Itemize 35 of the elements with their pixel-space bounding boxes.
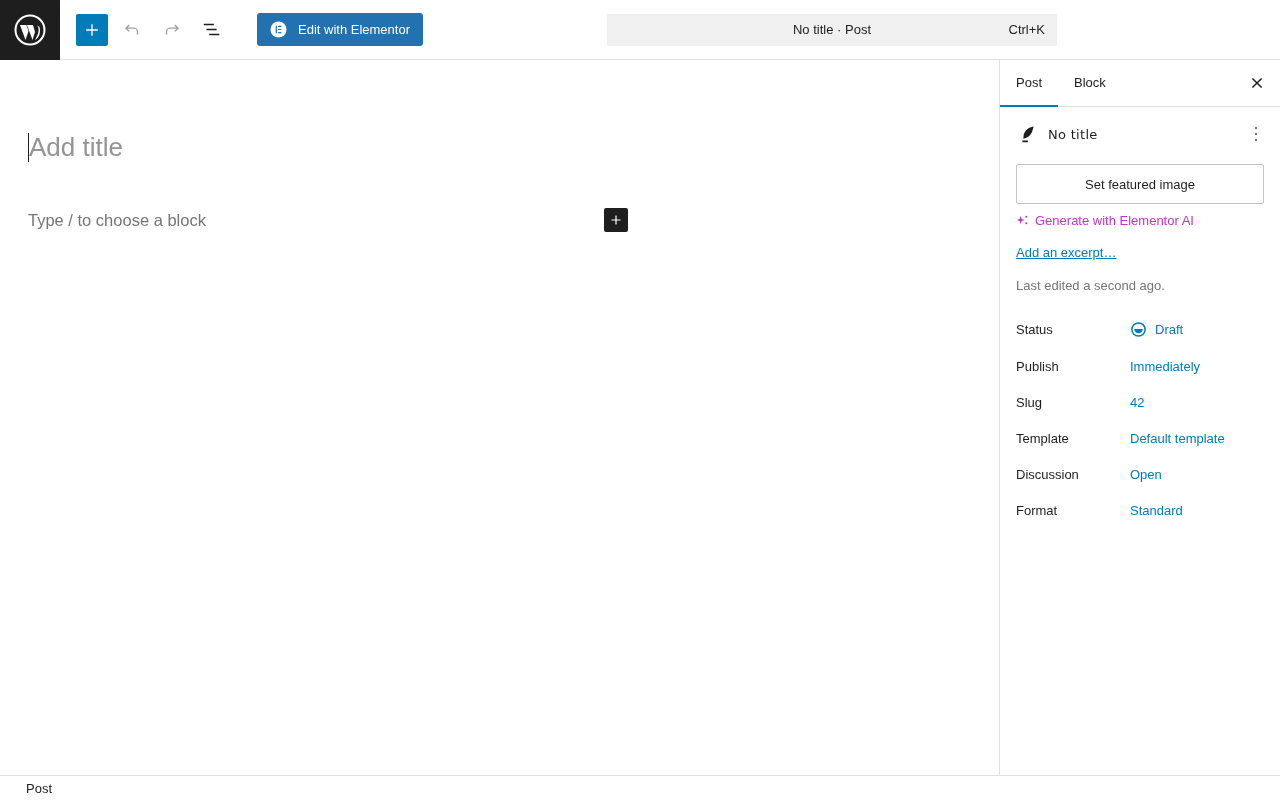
block-placeholder[interactable]: Type / to choose a block xyxy=(28,210,206,230)
command-bar[interactable]: No title · Post Ctrl+K xyxy=(607,13,1057,46)
field-value-link[interactable]: Open xyxy=(1130,466,1162,482)
more-options-icon[interactable] xyxy=(1254,125,1258,143)
field-value-link[interactable]: Immediately xyxy=(1130,358,1201,374)
sparkle-icon xyxy=(1016,214,1029,227)
shortcut-hint: Ctrl+K xyxy=(1008,22,1045,37)
field-label: Status xyxy=(1016,321,1054,337)
half-circle-icon xyxy=(1130,320,1147,338)
field-label: Format xyxy=(1016,502,1059,518)
field-value-link[interactable]: Standard xyxy=(1130,502,1183,518)
sidebar-tab[interactable]: Block xyxy=(1058,60,1122,107)
breadcrumb-item[interactable]: Post xyxy=(26,780,52,796)
field-value-link[interactable]: Default template xyxy=(1130,430,1225,446)
sidebar-tab[interactable]: Post xyxy=(1000,60,1058,107)
document-title: No title · Post xyxy=(793,22,871,37)
field-label: Publish xyxy=(1016,358,1060,374)
wordpress-icon xyxy=(14,13,46,46)
field-label: Template xyxy=(1016,430,1070,446)
field-value-link[interactable]: 42 xyxy=(1130,394,1145,410)
text-cursor xyxy=(28,132,29,162)
elementor-icon xyxy=(270,21,287,38)
set-featured-image-button[interactable]: Set featured image xyxy=(1016,164,1264,204)
add-excerpt-link[interactable]: Add an excerpt… xyxy=(1016,245,1117,260)
title-field[interactable]: Add title xyxy=(29,131,123,163)
generate-ai-link[interactable]: Generate with Elementor AI xyxy=(1016,213,1194,228)
post-title: No title xyxy=(1048,126,1098,142)
add-block-button[interactable] xyxy=(604,208,628,232)
field-value-link[interactable]: Draft xyxy=(1130,320,1184,338)
add-block-button[interactable] xyxy=(76,13,108,46)
edit-with-elementor-button[interactable]: Edit with Elementor xyxy=(257,13,423,46)
wordpress-logo[interactable] xyxy=(0,0,60,60)
last-edited-text: Last edited a second ago. xyxy=(1016,278,1166,293)
field-label: Slug xyxy=(1016,394,1044,410)
field-label: Discussion xyxy=(1016,466,1080,482)
